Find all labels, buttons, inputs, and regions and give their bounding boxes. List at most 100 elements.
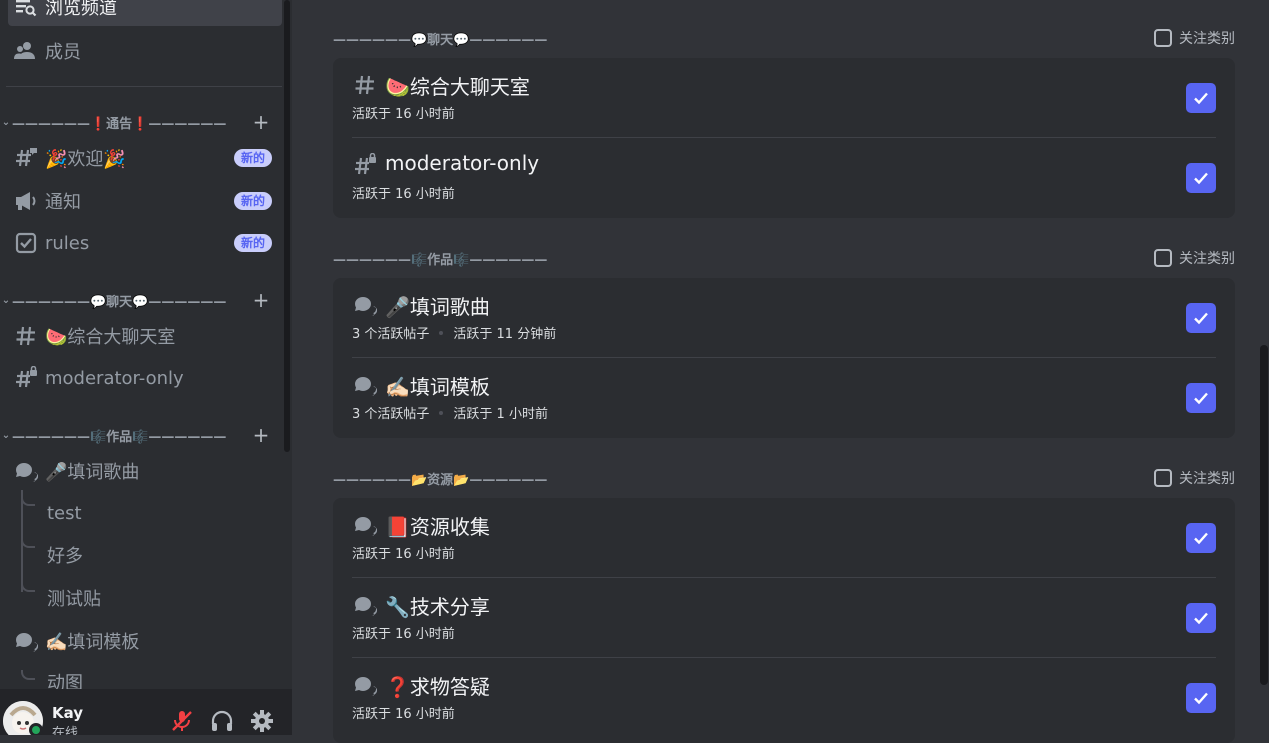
channel-name: ✍🏻填词模板 xyxy=(385,375,490,399)
user-settings-button[interactable] xyxy=(248,707,276,735)
sidebar-category-works[interactable]: ⌄ ——————🎼作品🎼—————— + xyxy=(0,423,282,447)
channel-checkbox[interactable] xyxy=(1186,603,1216,633)
category-title: ——————🎼作品🎼—————— xyxy=(333,252,548,268)
sidebar-item-welcome[interactable]: 🎉欢迎🎉 新的 xyxy=(8,139,282,177)
check-icon xyxy=(1194,532,1208,545)
deafen-button[interactable] xyxy=(208,707,236,735)
channel-checkbox[interactable] xyxy=(1186,683,1216,713)
check-icon xyxy=(1194,612,1208,625)
checkbox-empty-icon[interactable] xyxy=(1154,29,1172,47)
new-badge: 新的 xyxy=(233,192,272,210)
active-posts: 3 个活跃帖子 xyxy=(352,407,430,422)
forum-icon xyxy=(352,592,378,618)
channel-checkbox[interactable] xyxy=(1186,383,1216,413)
hash-icon xyxy=(352,72,378,98)
members-item[interactable]: 成员 xyxy=(8,32,282,70)
browse-channels-label: 浏览频道 xyxy=(45,0,117,19)
channel-label: 通知 xyxy=(45,192,81,213)
thread-item[interactable]: 测试贴 xyxy=(47,580,292,616)
channel-checkbox[interactable] xyxy=(1186,523,1216,553)
list-item[interactable]: ✍🏻填词模板 3 个活跃帖子 活跃于 1 小时前 xyxy=(352,358,1216,438)
new-badge: 新的 xyxy=(233,149,272,167)
create-channel-icon[interactable]: + xyxy=(250,423,272,447)
create-channel-icon[interactable]: + xyxy=(250,288,272,312)
checkbox-empty-icon[interactable] xyxy=(1154,249,1172,267)
sidebar-item-lyric-template[interactable]: ✍🏻填词模板 xyxy=(8,622,282,660)
channel-label: 🎤填词歌曲 xyxy=(45,462,140,483)
check-icon xyxy=(1194,312,1208,325)
mic-muted-icon xyxy=(172,711,192,731)
channel-checkbox[interactable] xyxy=(1186,303,1216,333)
separator-dot xyxy=(439,410,444,415)
separator-dot xyxy=(439,330,444,335)
channel-name: 🍉综合大聊天室 xyxy=(385,75,530,99)
channel-meta: 3 个活跃帖子 活跃于 11 分钟前 xyxy=(352,323,556,342)
list-item[interactable]: 🎤填词歌曲 3 个活跃帖子 活跃于 11 分钟前 xyxy=(352,278,1216,358)
hash-thread-icon xyxy=(14,146,38,170)
follow-label: 关注类别 xyxy=(1179,251,1235,267)
list-item[interactable]: 🔧技术分享 活跃于 16 小时前 xyxy=(352,578,1216,658)
sidebar-item-rules[interactable]: rules 新的 xyxy=(8,224,282,262)
gear-icon xyxy=(251,710,273,732)
rules-icon xyxy=(14,231,38,255)
browse-channels-item[interactable]: 浏览频道 xyxy=(8,0,282,26)
list-item[interactable]: moderator-only 活跃于 16 小时前 xyxy=(352,138,1216,218)
channel-name: 🎤填词歌曲 xyxy=(385,295,490,319)
online-status-icon xyxy=(29,723,43,735)
channel-label: moderator-only xyxy=(45,367,184,389)
follow-category-toggle[interactable]: 关注类别 xyxy=(1154,28,1235,48)
channel-sidebar: 浏览频道 成员 ⌄ ——————❗️通告❗️—————— + 🎉欢迎🎉 新的 通… xyxy=(0,0,292,735)
list-item[interactable]: ❓求物答疑 活跃于 16 小时前 xyxy=(352,658,1216,738)
channel-name: 🔧技术分享 xyxy=(385,595,490,619)
forum-icon xyxy=(352,292,378,318)
hash-lock-icon xyxy=(14,366,38,390)
forum-icon xyxy=(14,459,38,483)
megaphone-icon xyxy=(14,189,38,213)
main-scrollbar[interactable] xyxy=(1260,345,1268,685)
list-item[interactable]: 🍉综合大聊天室 活跃于 16 小时前 xyxy=(352,58,1216,138)
active-posts: 3 个活跃帖子 xyxy=(352,327,430,342)
sidebar-category-chat[interactable]: ⌄ ——————💬聊天💬—————— + xyxy=(0,288,282,312)
headphones-icon xyxy=(211,710,233,731)
hash-icon xyxy=(14,324,38,348)
channel-activity: 活跃于 16 小时前 xyxy=(352,107,455,122)
list-item[interactable]: 📕资源收集 活跃于 16 小时前 xyxy=(352,498,1216,578)
user-panel: Kay 在线 xyxy=(0,689,292,735)
channel-name: 📕资源收集 xyxy=(385,515,490,539)
thread-item[interactable]: 好多 xyxy=(47,537,292,573)
channel-card-resources: 📕资源收集 活跃于 16 小时前 🔧技术分享 活跃于 16 小时前 ❓求物答疑 … xyxy=(333,498,1235,743)
sidebar-item-song-lyrics[interactable]: 🎤填词歌曲 xyxy=(8,452,282,490)
sidebar-item-notice[interactable]: 通知 新的 xyxy=(8,182,282,220)
channel-label: 🍉综合大聊天室 xyxy=(45,327,176,348)
user-name: Kay xyxy=(52,704,84,722)
channel-checkbox[interactable] xyxy=(1186,163,1216,193)
mute-mic-button[interactable] xyxy=(168,707,196,735)
chevron-down-icon: ⌄ xyxy=(1,294,11,306)
channel-card-chat: 🍉综合大聊天室 活跃于 16 小时前 moderator-only 活跃于 16… xyxy=(333,58,1235,218)
members-icon xyxy=(14,39,38,63)
sidebar-item-general-chat[interactable]: 🍉综合大聊天室 xyxy=(8,317,282,355)
thread-item[interactable]: test xyxy=(47,495,292,531)
channel-activity: 活跃于 16 小时前 xyxy=(352,707,455,722)
channel-activity: 活跃于 1 小时前 xyxy=(453,407,548,422)
channel-activity: 活跃于 16 小时前 xyxy=(352,627,455,642)
check-icon xyxy=(1194,172,1208,185)
check-icon xyxy=(1194,92,1208,105)
sidebar-item-moderator-only[interactable]: moderator-only xyxy=(8,359,282,397)
category-header-resources: ——————📂资源📂—————— 关注类别 xyxy=(333,466,1235,490)
checkbox-empty-icon[interactable] xyxy=(1154,469,1172,487)
channel-checkbox[interactable] xyxy=(1186,83,1216,113)
sidebar-scrollbar[interactable] xyxy=(284,0,290,452)
members-label: 成员 xyxy=(45,42,81,63)
sidebar-category-announcements[interactable]: ⌄ ——————❗️通告❗️—————— + xyxy=(0,110,282,134)
follow-category-toggle[interactable]: 关注类别 xyxy=(1154,468,1235,488)
follow-category-toggle[interactable]: 关注类别 xyxy=(1154,248,1235,268)
forum-icon xyxy=(352,512,378,538)
follow-label: 关注类别 xyxy=(1179,31,1235,47)
create-channel-icon[interactable]: + xyxy=(250,110,272,134)
check-icon xyxy=(1194,692,1208,705)
channel-label: 🎉欢迎🎉 xyxy=(45,149,126,170)
channel-name: ❓求物答疑 xyxy=(385,675,490,699)
channel-card-works: 🎤填词歌曲 3 个活跃帖子 活跃于 11 分钟前 ✍🏻填词模板 3 个活跃帖子 … xyxy=(333,278,1235,438)
user-status: 在线 xyxy=(52,726,79,735)
